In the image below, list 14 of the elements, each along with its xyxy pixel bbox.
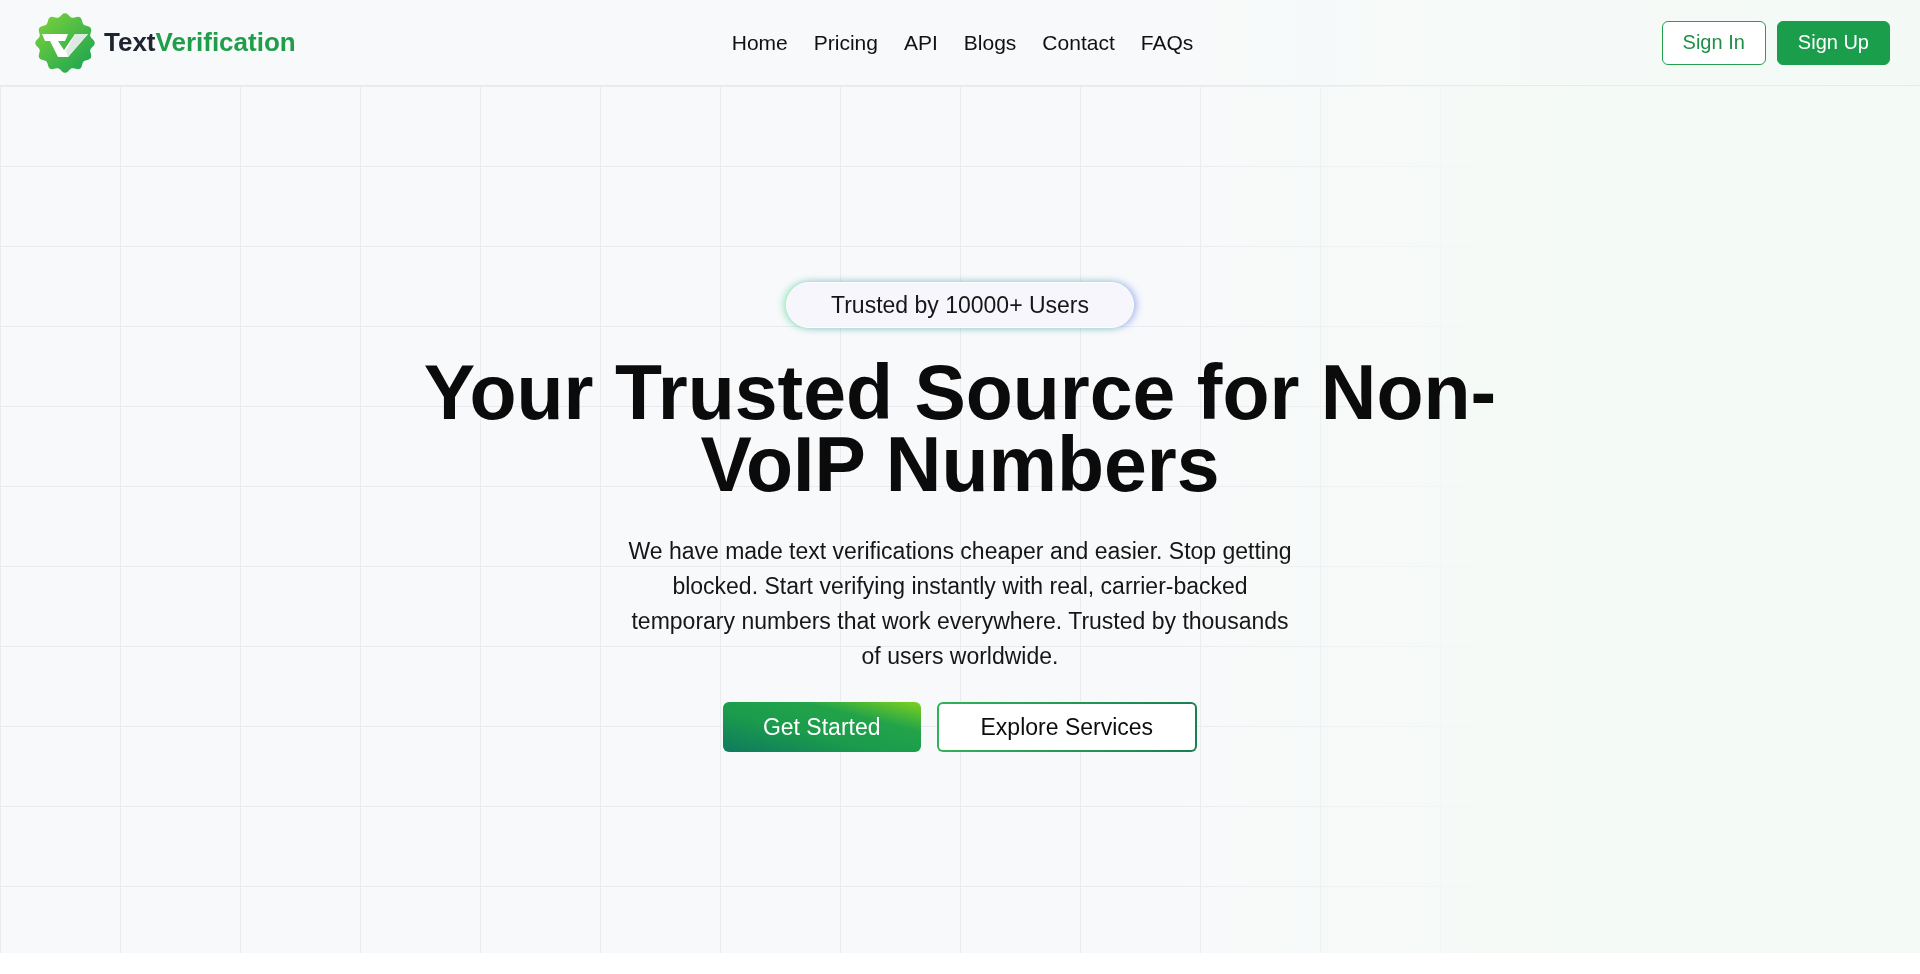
explore-services-button[interactable]: Explore Services bbox=[936, 702, 1198, 752]
nav-link[interactable]: Blogs bbox=[963, 30, 1017, 55]
nav-link[interactable]: Contact bbox=[1042, 30, 1115, 55]
brand-link[interactable]: TextVerification bbox=[35, 12, 296, 73]
hero-description: We have made text verifications cheaper and easier. Stop getting blocked. Start verifying instantly with real, carrier-backed temporary numbers that work everywhere. Trusted by thousands of users worldwide. bbox=[627, 537, 1293, 671]
trust-badge: Trusted by 10000+ Users bbox=[786, 282, 1134, 328]
nav-link[interactable]: Home bbox=[731, 30, 788, 55]
nav-link[interactable]: API bbox=[903, 30, 938, 55]
get-started-button[interactable]: Get Started bbox=[722, 702, 921, 752]
nav-link[interactable]: FAQs bbox=[1140, 30, 1194, 55]
sign-in-button[interactable]: Sign In bbox=[1661, 20, 1766, 65]
hero-title: Your Trusted Source for Non-VoIP Numbers bbox=[422, 356, 1498, 500]
logo-icon bbox=[35, 12, 95, 73]
nav-link[interactable]: Pricing bbox=[813, 30, 878, 55]
